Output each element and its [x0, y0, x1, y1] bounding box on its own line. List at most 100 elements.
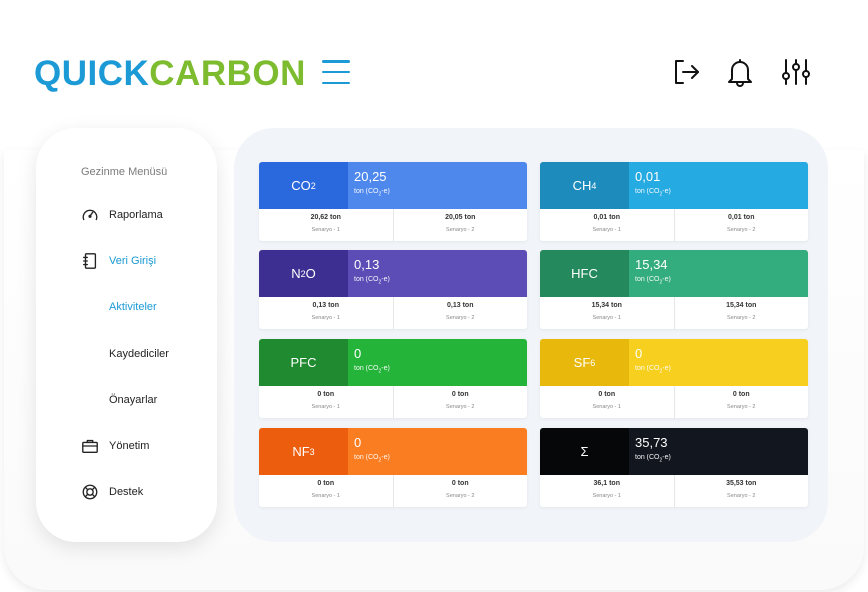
- scenario-2-cell: 0 ton Senaryo - 2: [673, 386, 809, 418]
- sidebar-subitem-aktiviteler[interactable]: Aktiviteler: [80, 296, 157, 318]
- emission-card-sf6[interactable]: SF 6 0 ton (CO2-e) 0 ton Senaryo - 1 0 to…: [540, 339, 808, 418]
- notebook-icon: [80, 251, 100, 271]
- scenario-2-value: 0 ton: [451, 480, 469, 487]
- logo-part-carbon: CARBON: [149, 54, 306, 93]
- gas-name: SF 6: [540, 339, 629, 386]
- sidebar-item-raporlama[interactable]: Raporlama: [80, 204, 163, 226]
- gas-name: N2O: [259, 250, 348, 297]
- sidebar-item-label: Raporlama: [109, 209, 163, 221]
- gas-value-box: 0 ton (CO2-e): [348, 339, 527, 386]
- scenario-2-value: 0 ton: [451, 391, 469, 398]
- gas-unit: ton (CO2-e): [635, 188, 671, 198]
- scenario-1-value: 0,13 ton: [312, 302, 339, 309]
- gas-unit: ton (CO2-e): [635, 276, 671, 286]
- scenario-1-label: Senaryo - 1: [311, 227, 340, 233]
- sidebar-item-label: Destek: [109, 486, 144, 498]
- scenario-1-cell: 0 ton Senaryo - 1: [259, 386, 393, 418]
- scenario-1-cell: 36,1 ton Senaryo - 1: [540, 475, 674, 507]
- scenario-2-label: Senaryo - 2: [727, 315, 756, 321]
- sidebar-item-label: Kaydediciler: [109, 348, 169, 360]
- scenario-2-cell: 0 ton Senaryo - 2: [392, 475, 528, 507]
- gas-value-box: 0,01 ton (CO2-e): [629, 162, 808, 209]
- gas-total-value: 35,73: [635, 435, 668, 450]
- gas-total-value: 20,25: [354, 169, 387, 184]
- scenario-1-value: 0 ton: [317, 391, 335, 398]
- scenario-1-label: Senaryo - 1: [592, 404, 621, 410]
- scenario-1-value: 15,34 ton: [591, 302, 622, 309]
- sidebar-item-veri-girisi[interactable]: Veri Girişi: [80, 250, 156, 272]
- scenario-2-value: 0,01 ton: [728, 214, 755, 221]
- scenario-2-label: Senaryo - 2: [446, 227, 475, 233]
- emissions-panel: CO 2 20,25 ton (CO2-e) 20,62 ton Senaryo …: [234, 128, 828, 542]
- briefcase-icon: [80, 436, 100, 456]
- gas-value-box: 35,73 ton (CO2-e): [629, 428, 808, 475]
- emission-card-nf3[interactable]: NF 3 0 ton (CO2-e) 0 ton Senaryo - 1 0 to…: [259, 428, 527, 507]
- scenario-2-cell: 0,13 ton Senaryo - 2: [392, 297, 528, 329]
- gas-value-box: 0 ton (CO2-e): [348, 428, 527, 475]
- scenario-2-value: 15,34 ton: [726, 302, 757, 309]
- scenario-2-label: Senaryo - 2: [446, 404, 475, 410]
- emission-card-co2[interactable]: CO 2 20,25 ton (CO2-e) 20,62 ton Senaryo …: [259, 162, 527, 241]
- scenario-1-value: 36,1 ton: [593, 480, 620, 487]
- sidebar-item-yonetim[interactable]: Yönetim: [80, 435, 149, 457]
- scenario-2-value: 0 ton: [732, 391, 750, 398]
- emission-card-total[interactable]: Σ 35,73 ton (CO2-e) 36,1 ton Senaryo - 1…: [540, 428, 808, 507]
- scenario-1-value: 0 ton: [317, 480, 335, 487]
- gas-unit: ton (CO2-e): [635, 454, 671, 464]
- gas-name: NF 3: [259, 428, 348, 475]
- gas-value-box: 15,34 ton (CO2-e): [629, 250, 808, 297]
- scenario-1-cell: 0 ton Senaryo - 1: [540, 386, 674, 418]
- scenario-1-label: Senaryo - 1: [311, 404, 340, 410]
- scenario-1-label: Senaryo - 1: [592, 227, 621, 233]
- scenario-2-cell: 20,05 ton Senaryo - 2: [392, 209, 528, 241]
- hamburger-menu-icon[interactable]: [322, 60, 350, 84]
- scenario-1-cell: 0,01 ton Senaryo - 1: [540, 209, 674, 241]
- gas-total-value: 0,01: [635, 169, 661, 184]
- gas-unit: ton (CO2-e): [354, 276, 390, 286]
- scenario-1-label: Senaryo - 1: [311, 315, 340, 321]
- sidebar-subitem-kaydediciler[interactable]: Kaydediciler: [80, 343, 169, 365]
- scenario-1-cell: 15,34 ton Senaryo - 1: [540, 297, 674, 329]
- sidebar-item-label: Önayarlar: [109, 394, 158, 406]
- scenario-1-cell: 0,13 ton Senaryo - 1: [259, 297, 393, 329]
- gas-total-value: 0: [354, 346, 362, 361]
- gas-unit: ton (CO2-e): [354, 454, 390, 464]
- bell-icon[interactable]: [724, 56, 756, 88]
- gas-name: CO 2: [259, 162, 348, 209]
- sliders-icon[interactable]: [780, 56, 812, 88]
- scenario-2-label: Senaryo - 2: [727, 493, 756, 499]
- scenario-2-cell: 15,34 ton Senaryo - 2: [673, 297, 809, 329]
- sidebar-item-label: Yönetim: [109, 440, 150, 452]
- gas-name: PFC: [259, 339, 348, 386]
- scenario-1-value: 0 ton: [598, 391, 616, 398]
- gas-total-value: 0: [635, 346, 643, 361]
- scenario-2-value: 20,05 ton: [445, 214, 476, 221]
- gas-name: CH 4: [540, 162, 629, 209]
- emission-card-hfc[interactable]: HFC 15,34 ton (CO2-e) 15,34 ton Senaryo …: [540, 250, 808, 329]
- logout-icon[interactable]: [670, 56, 702, 88]
- scenario-1-label: Senaryo - 1: [592, 315, 621, 321]
- sidebar-title: Gezinme Menüsü: [81, 166, 168, 178]
- scenario-2-label: Senaryo - 2: [727, 227, 756, 233]
- gas-value-box: 0,13 ton (CO2-e): [348, 250, 527, 297]
- sidebar-item-destek[interactable]: Destek: [80, 481, 143, 503]
- navigation-sidebar: Gezinme Menüsü Raporlama Veri Girişi Akt…: [36, 128, 217, 542]
- scenario-1-value: 20,62 ton: [310, 214, 341, 221]
- scenario-2-cell: 35,53 ton Senaryo - 2: [673, 475, 809, 507]
- scenario-2-label: Senaryo - 2: [446, 315, 475, 321]
- scenario-2-label: Senaryo - 2: [727, 404, 756, 410]
- emission-card-pfc[interactable]: PFC 0 ton (CO2-e) 0 ton Senaryo - 1 0 to…: [259, 339, 527, 418]
- emission-card-n2o[interactable]: N2O 0,13 ton (CO2-e) 0,13 ton Senaryo - …: [259, 250, 527, 329]
- speedometer-icon: [80, 205, 100, 225]
- quickcarbon-logo[interactable]: QUICK CARBON: [34, 54, 306, 94]
- gas-name: Σ: [540, 428, 629, 475]
- sidebar-subitem-onayarlar[interactable]: Önayarlar: [80, 389, 157, 411]
- scenario-2-value: 35,53 ton: [726, 480, 757, 487]
- scenario-2-value: 0,13 ton: [447, 302, 474, 309]
- gas-total-value: 15,34: [635, 257, 668, 272]
- scenario-2-label: Senaryo - 2: [446, 493, 475, 499]
- emission-card-ch4[interactable]: CH 4 0,01 ton (CO2-e) 0,01 ton Senaryo - …: [540, 162, 808, 241]
- gas-total-value: 0: [354, 435, 362, 450]
- scenario-2-cell: 0,01 ton Senaryo - 2: [673, 209, 809, 241]
- scenario-1-value: 0,01 ton: [593, 214, 620, 221]
